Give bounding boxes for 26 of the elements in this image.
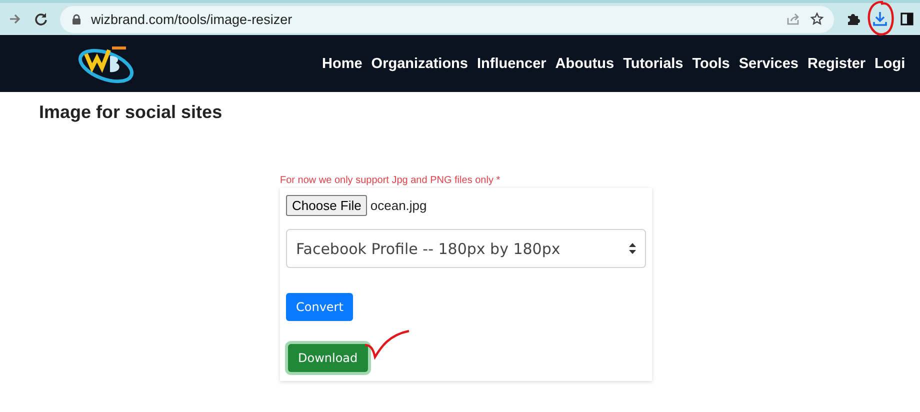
- nav-link[interactable]: Services: [738, 56, 798, 72]
- lock-icon: [72, 14, 81, 24]
- choose-file-button[interactable]: Choose File: [286, 195, 368, 216]
- nav-link[interactable]: Register: [808, 56, 866, 72]
- nav-link[interactable]: Influencer: [476, 56, 546, 72]
- nav-link[interactable]: Organizations: [371, 56, 468, 72]
- file-name: ocean.jpg: [370, 198, 427, 213]
- nav-link[interactable]: Tools: [692, 56, 730, 72]
- reload-icon[interactable]: [34, 12, 48, 26]
- page-heading: Image for social sites: [39, 102, 224, 123]
- nav-link[interactable]: Tutorials: [623, 56, 684, 72]
- nav-link[interactable]: Home: [322, 56, 362, 72]
- select-arrows-icon: [629, 243, 636, 254]
- share-icon[interactable]: [786, 12, 800, 26]
- size-select[interactable]: Facebook Profile -- 180px by 180px: [286, 229, 646, 268]
- convert-button[interactable]: Convert: [286, 293, 354, 321]
- format-note: For now we only support Jpg and PNG files only *: [280, 175, 502, 186]
- forward-icon[interactable]: [8, 12, 22, 26]
- nav-link[interactable]: Logi: [874, 56, 906, 72]
- download-icon[interactable]: [872, 11, 888, 27]
- nav-link[interactable]: Aboutus: [555, 56, 614, 72]
- side-panel-icon[interactable]: [900, 12, 914, 26]
- download-button[interactable]: Download: [288, 344, 368, 372]
- star-icon[interactable]: [810, 12, 824, 26]
- puzzle-icon[interactable]: [846, 12, 860, 26]
- address-bar[interactable]: wizbrand.com/tools/image-resizer: [60, 6, 834, 32]
